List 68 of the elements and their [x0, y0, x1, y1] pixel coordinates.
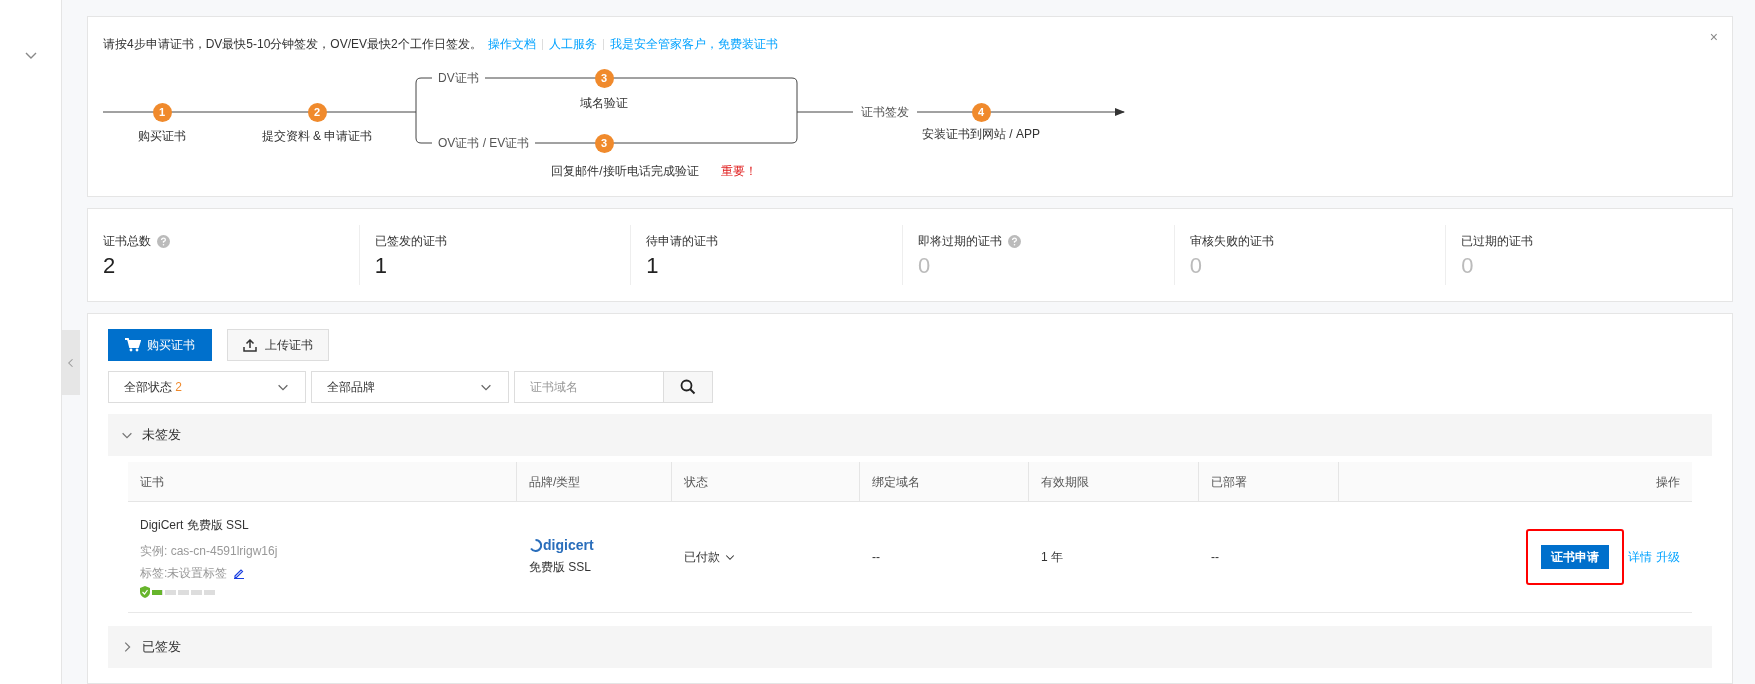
stat-value: 0: [918, 254, 932, 278]
stat-value: 2: [103, 254, 117, 278]
tag-label: 标签:未设置标签: [140, 565, 228, 582]
help-icon[interactable]: [157, 234, 170, 248]
column-header: 操作: [1656, 473, 1680, 491]
edit-icon[interactable]: [233, 567, 246, 579]
status-dropdown[interactable]: 已付款: [684, 548, 736, 566]
important-note: 重要！: [721, 164, 757, 178]
guide-link[interactable]: 我是安全管家客户，免费装证书: [609, 35, 778, 53]
column-header: 有效期限: [1041, 473, 1089, 491]
section-header[interactable]: 未签发: [108, 414, 1712, 456]
stat-value: 1: [646, 254, 660, 278]
step-label: 回复邮件/接听电话完成验证: [551, 164, 699, 178]
guide-link[interactable]: 人工服务: [548, 35, 597, 53]
action-link[interactable]: 升级: [1656, 548, 1680, 566]
branch-label: DV证书: [432, 70, 485, 86]
action-link[interactable]: 详情: [1628, 548, 1652, 566]
stat-value: 1: [374, 254, 388, 278]
step-number: 3: [594, 133, 614, 153]
brand-type: 免费版 SSL: [529, 559, 592, 576]
collapse-tab[interactable]: [62, 330, 80, 395]
status-select[interactable]: 全部状态 2: [108, 371, 306, 403]
branch-label: 证书签发: [853, 104, 917, 120]
stat-label: 证书总数: [103, 233, 151, 250]
step-number: 1: [152, 102, 172, 122]
stat-label: 即将过期的证书: [918, 233, 1002, 250]
guide-text: 请按4步申请证书，DV最快5-10分钟签发，OV/EV最快2个工作日签发。: [103, 36, 482, 53]
select-value: 全部状态 2: [124, 379, 183, 396]
upload-icon: [243, 338, 257, 352]
column-header: 已部署: [1211, 473, 1247, 491]
deployed-cell: --: [1211, 550, 1219, 564]
stat-label: 审核失败的证书: [1189, 233, 1274, 250]
column-header: 状态: [684, 473, 708, 491]
help-icon[interactable]: [1008, 234, 1021, 248]
search-button[interactable]: [664, 371, 713, 403]
brand-select[interactable]: 全部品牌: [311, 371, 509, 403]
column-header: 证书: [140, 473, 164, 491]
step-number: 4: [971, 102, 991, 122]
step-label: 安装证书到网站 / APP: [922, 126, 1040, 142]
stat-value: 0: [1189, 254, 1203, 278]
stat-label: 已签发的证书: [374, 233, 447, 250]
stat-label: 已过期的证书: [1461, 233, 1534, 250]
stat-value: 0: [1461, 254, 1475, 278]
brand-logo: digicert: [543, 538, 594, 552]
brand-logo-icon: [529, 538, 542, 552]
shield-icon: [140, 586, 150, 598]
close-button[interactable]: ×: [1709, 27, 1718, 48]
step-label: 提交资料 & 申请证书: [261, 128, 373, 144]
branch-label: OV证书 / EV证书: [432, 135, 536, 151]
step-number: 3: [594, 68, 614, 88]
step-label: 域名验证: [580, 95, 628, 111]
column-header: 品牌/类型: [529, 473, 581, 491]
apply-button[interactable]: 证书申请: [1541, 545, 1609, 569]
validity-cell: 1 年: [1041, 550, 1063, 564]
search-icon: [680, 379, 696, 395]
stat-label: 待申请的证书: [646, 233, 719, 250]
column-header: 绑定域名: [872, 473, 920, 491]
domain-cell: --: [872, 550, 880, 564]
upload-button[interactable]: 上传证书: [227, 329, 329, 361]
domain-search-field[interactable]: 证书域名: [514, 371, 664, 403]
step-number: 2: [307, 102, 327, 122]
guide-link[interactable]: 操作文档: [487, 35, 536, 53]
certificate-name: DigiCert 免费版 SSL: [140, 517, 250, 534]
cart-icon: [125, 338, 141, 352]
section-header[interactable]: 已签发: [108, 626, 1712, 668]
buy-button[interactable]: 购买证书: [108, 329, 212, 361]
instance-id: 实例: cas-cn-4591lrigw16j: [140, 543, 279, 560]
step-label: 购买证书: [138, 128, 186, 144]
